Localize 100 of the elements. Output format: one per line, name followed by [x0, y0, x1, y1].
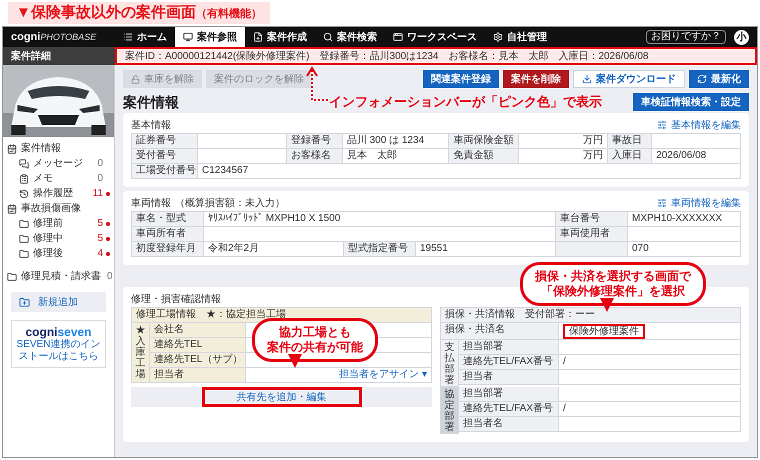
sliders-icon — [657, 198, 667, 208]
label-cell: 免責金額 — [449, 149, 520, 164]
label-cell: 担当部署 — [459, 387, 559, 402]
group-label-cell: ★入庫工場 — [132, 323, 150, 383]
nav-tab[interactable]: 自社管理 — [485, 27, 555, 47]
label-cell: 受付番号 — [132, 149, 198, 164]
value-cell: ﾔﾘｽﾊｲﾌﾞﾘｯﾄﾞ MXPH10 X 1500 — [204, 212, 556, 227]
sidebar-item[interactable]: メモ 0 — [3, 171, 114, 186]
label-cell: 連絡先TEL/FAX番号 — [459, 355, 559, 370]
label-cell: 車両保険金額 — [449, 134, 520, 149]
section-title: 修理・損害確認情報 — [131, 292, 221, 306]
label-cell: 連絡先TEL/FAX番号 — [459, 402, 559, 417]
sidebar-label: 案件情報 — [21, 142, 61, 156]
item-count: 11 — [92, 187, 103, 201]
sidebar-title: 案件詳細 — [3, 47, 115, 65]
nav-tab[interactable]: 案件検索 — [315, 27, 385, 47]
sidebar-label: メッセージ — [33, 157, 83, 171]
label-cell: 車台番号 — [556, 212, 628, 227]
sidebar-item[interactable]: 修理前 5 — [3, 216, 114, 231]
leader-line — [306, 66, 328, 101]
sidebar-item[interactable]: 修理後 4 — [3, 246, 114, 261]
value-cell: 19551 — [416, 242, 556, 257]
table-header: 損保・共済情報 受付部署：ーー — [441, 308, 741, 323]
value-cell: 令和2年2月 — [204, 242, 344, 257]
value-cell: 品川 300 は 1234 — [342, 134, 450, 149]
sidebar-item[interactable]: メッセージ 0 — [3, 156, 114, 171]
settings-icon — [493, 32, 503, 42]
app-logo: cogniPHOTOBASE — [10, 30, 98, 45]
label-cell: 担当者 — [150, 368, 246, 383]
label-cell: 連絡先TEL — [150, 338, 246, 353]
item-count: 0 — [97, 157, 103, 171]
page-title: 案件情報 — [123, 92, 179, 112]
value-cell: / — [559, 355, 741, 370]
label-cell: 入庫日 — [608, 149, 652, 164]
callout-bubble: 協力工場とも 案件の共有が可能 — [252, 318, 378, 362]
sidebar-item[interactable]: 操作履歴 11 — [3, 186, 114, 201]
annotation-text: インフォメーションバーが「ピンク色」で表示 — [329, 93, 602, 112]
seven-logo: cogniseven — [25, 325, 92, 339]
folder-icon — [7, 272, 17, 282]
label-cell: 損保・共済名 — [441, 323, 559, 340]
download-icon — [582, 74, 592, 84]
label-cell: 担当者名 — [459, 417, 559, 432]
section-title: 車両情報 — [131, 196, 171, 210]
search-icon — [323, 32, 333, 42]
folder-icon — [19, 218, 29, 228]
nav-tab[interactable]: 案件参照 — [175, 27, 245, 47]
share-button[interactable]: 共有先を追加・編集 — [202, 387, 362, 407]
label-cell: 会社名 — [150, 323, 246, 338]
value-cell: 見本 太郎 — [342, 149, 450, 164]
edit-link[interactable]: 車両情報を編集 — [657, 196, 741, 210]
add-new-button[interactable]: 新規追加 — [11, 292, 106, 312]
sidebar-label: 操作履歴 — [33, 187, 73, 201]
banner-title: ▼保険事故以外の案件画面 — [16, 2, 196, 23]
sidebar-label: 修理見積・請求書 — [21, 270, 101, 284]
clipboard-icon — [19, 174, 29, 184]
list-icon — [123, 32, 133, 42]
sidebar-item[interactable]: 修理中 5 — [3, 231, 114, 246]
action-button[interactable]: 案件ダウンロード — [573, 70, 685, 88]
label-cell: 車両使用者 — [556, 227, 628, 242]
sidebar-item[interactable]: 案件情報 — [3, 141, 114, 156]
edit-link[interactable]: 基本情報を編集 — [657, 118, 741, 132]
label-cell: 事故日 — [608, 134, 652, 149]
folder-icon — [19, 234, 29, 244]
group-label-cell: 支払部署 — [441, 340, 459, 387]
item-count: 4 — [97, 247, 103, 261]
section-subtitle: （概算損害額：未入力） — [175, 196, 285, 210]
sidebar-item[interactable]: 修理見積・請求書 0 — [3, 269, 114, 284]
nav-tab[interactable]: ホーム — [115, 27, 175, 47]
nav-tab[interactable]: ワークスペース — [385, 27, 485, 47]
nav-tab[interactable]: 案件作成 — [245, 27, 315, 47]
label-cell: 登録番号 — [286, 134, 343, 149]
insurer-name: 保険外修理案件 — [563, 324, 645, 338]
action-button[interactable]: 案件を削除 — [503, 70, 569, 88]
value-cell: 070 — [628, 242, 741, 257]
sidebar-label: 修理後 — [33, 247, 63, 261]
seven-banner[interactable]: cogniseven SEVEN連携のインストールはこちら — [11, 320, 106, 368]
history-icon — [19, 188, 29, 198]
refresh-icon — [697, 74, 707, 84]
user-avatar[interactable]: 小 — [734, 30, 749, 44]
sidebar-label: メモ — [33, 172, 53, 186]
label-cell: 証券番号 — [132, 134, 198, 149]
action-button[interactable]: 最新化 — [689, 70, 749, 88]
value-cell: 2026/06/08 — [652, 149, 741, 164]
file-plus-icon — [253, 32, 263, 42]
banner-note: （有料機能） — [196, 8, 262, 22]
label-cell: 工場受付番号 — [132, 164, 198, 179]
help-button[interactable]: お困りですか？ — [646, 30, 726, 44]
label-cell: 担当部署 — [459, 340, 559, 355]
label-cell: お客様名 — [286, 149, 343, 164]
unlock-icon — [131, 74, 140, 84]
action-button[interactable]: 関連案件登録 — [423, 70, 499, 88]
callout-pointer — [600, 298, 614, 312]
vehicle-cert-button[interactable]: 車検証情報検索・設定 — [633, 93, 749, 111]
window-icon — [393, 32, 403, 42]
sidebar-item[interactable]: 事故損傷画像 — [3, 201, 114, 216]
chat-icon — [19, 158, 29, 168]
sidebar-label: 修理前 — [33, 217, 63, 231]
assign-link[interactable]: 担当者をアサイン ▾ — [339, 368, 427, 382]
seven-install-link[interactable]: SEVEN連携のインストールはこちら — [16, 339, 101, 363]
info-bar: 案件ID：A00000121442(保険外修理案件) 登録番号：品川300は1234 お客様名：見本 太郎 入庫日：2026/06/08 — [115, 47, 757, 65]
